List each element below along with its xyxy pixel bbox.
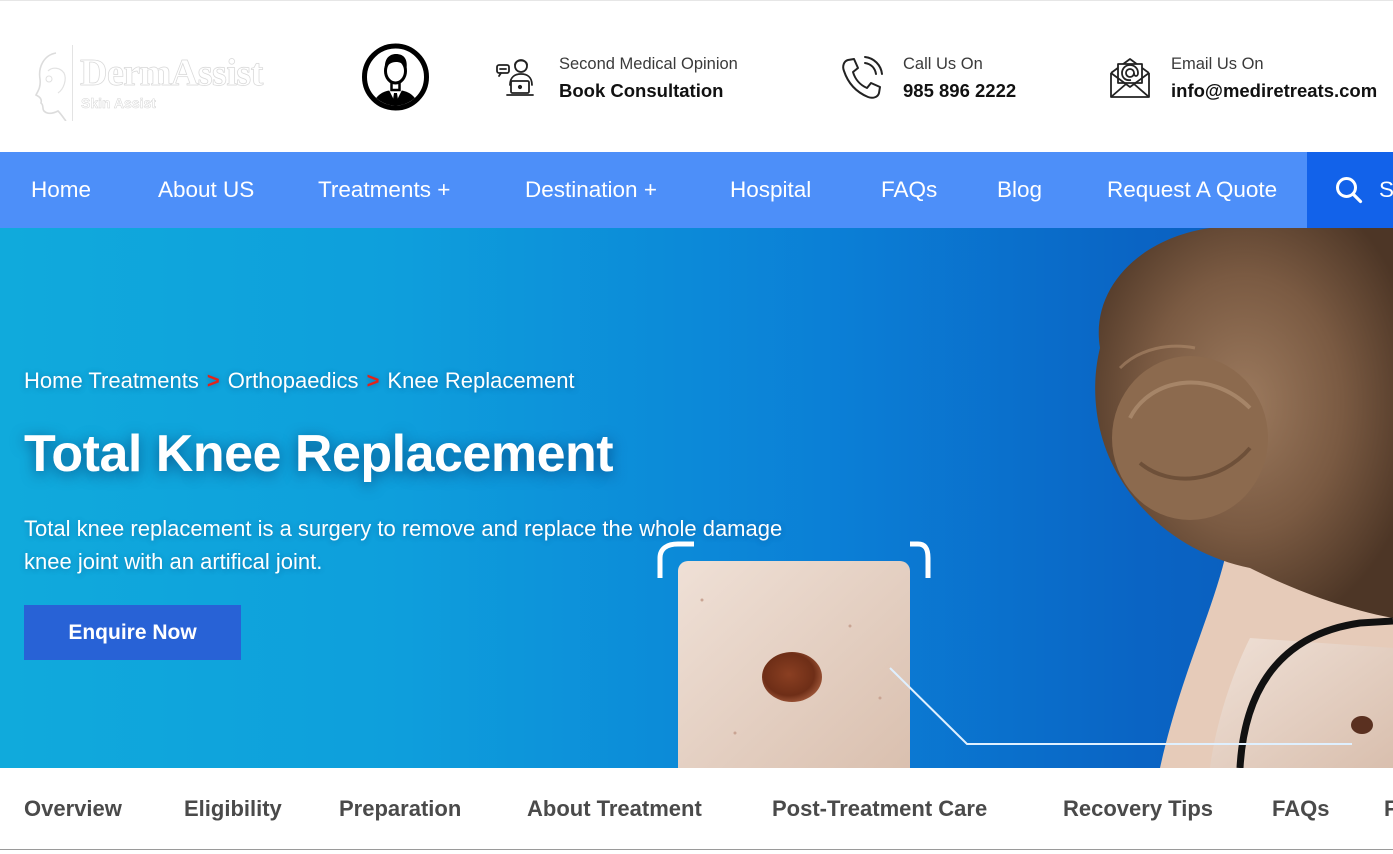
email-address-link[interactable]: info@mediretreats.com (1171, 80, 1377, 102)
hero-description: Total knee replacement is a surgery to r… (24, 516, 783, 574)
hero-skin-illustration (657, 228, 1393, 768)
doctor-laptop-icon (496, 59, 534, 96)
tab-overview[interactable]: Overview (24, 768, 122, 850)
nav-destination[interactable]: Destination + (525, 152, 657, 228)
search-icon (1336, 177, 1363, 204)
nav-hospital[interactable]: Hospital (730, 152, 811, 228)
brand-logo[interactable]: DermAssist Skin Assist (34, 43, 264, 125)
hero-banner: Home Treatments > Orthopaedics > Knee Replac… (0, 228, 1393, 768)
phone-contact[interactable]: Call Us On 985 896 2222 (840, 51, 1060, 111)
brand-tagline: Skin Assist (81, 95, 156, 112)
section-tabs: Overview Eligibility Preparation About T… (0, 768, 1393, 850)
phone-number-link[interactable]: 985 896 2222 (903, 80, 1016, 102)
consultation-caption: Second Medical Opinion (559, 55, 738, 73)
breadcrumb-separator: > (366, 368, 380, 393)
nav-about-us[interactable]: About US (158, 152, 254, 228)
phone-caption: Call Us On (903, 55, 983, 73)
brand-name: DermAssist (80, 52, 264, 95)
nav-home[interactable]: Home (31, 152, 91, 228)
top-header: DermAssist Skin Assist Second Medical Op… (0, 0, 1393, 152)
tab-more[interactable]: F (1384, 768, 1393, 850)
breadcrumb-orthopaedics[interactable]: Orthopaedics (228, 368, 359, 393)
breadcrumb-current: Knee Replacement (387, 368, 575, 393)
main-navigation: Home About US Treatments + Destination +… (0, 152, 1393, 228)
tab-recovery-tips[interactable]: Recovery Tips (1063, 768, 1213, 850)
book-consultation-link[interactable]: Book Consultation (559, 80, 723, 102)
enquire-now-button[interactable]: Enquire Now (24, 605, 241, 660)
breadcrumb-separator: > (206, 368, 220, 393)
email-caption: Email Us On (1171, 55, 1264, 73)
nav-request-a-quote[interactable]: Request A Quote (1107, 152, 1277, 228)
nav-faqs[interactable]: FAQs (881, 152, 937, 228)
email-icon (1110, 58, 1150, 98)
nav-treatments[interactable]: Treatments + (318, 152, 450, 228)
search-label: S (1379, 177, 1393, 202)
search-button[interactable]: S (1307, 152, 1393, 228)
nav-blog[interactable]: Blog (997, 152, 1042, 228)
tab-preparation[interactable]: Preparation (339, 768, 461, 850)
phone-icon (842, 56, 883, 99)
breadcrumb: Home Treatments > Orthopaedics > Knee Replac… (24, 368, 575, 394)
tab-about-treatment[interactable]: About Treatment (527, 768, 702, 850)
user-avatar-icon[interactable] (361, 43, 430, 111)
page-title: Total Knee Replacement (24, 425, 614, 483)
tab-faqs[interactable]: FAQs (1272, 768, 1329, 850)
logo-face-icon (34, 52, 67, 121)
logo-divider (72, 45, 73, 121)
breadcrumb-home-treatments[interactable]: Home Treatments (24, 368, 199, 393)
book-consultation-contact[interactable]: Second Medical Opinion Book Consultation (496, 51, 776, 111)
email-contact[interactable]: Email Us On info@mediretreats.com (1108, 51, 1393, 111)
tab-post-treatment-care[interactable]: Post-Treatment Care (772, 768, 987, 850)
tab-eligibility[interactable]: Eligibility (184, 768, 282, 850)
